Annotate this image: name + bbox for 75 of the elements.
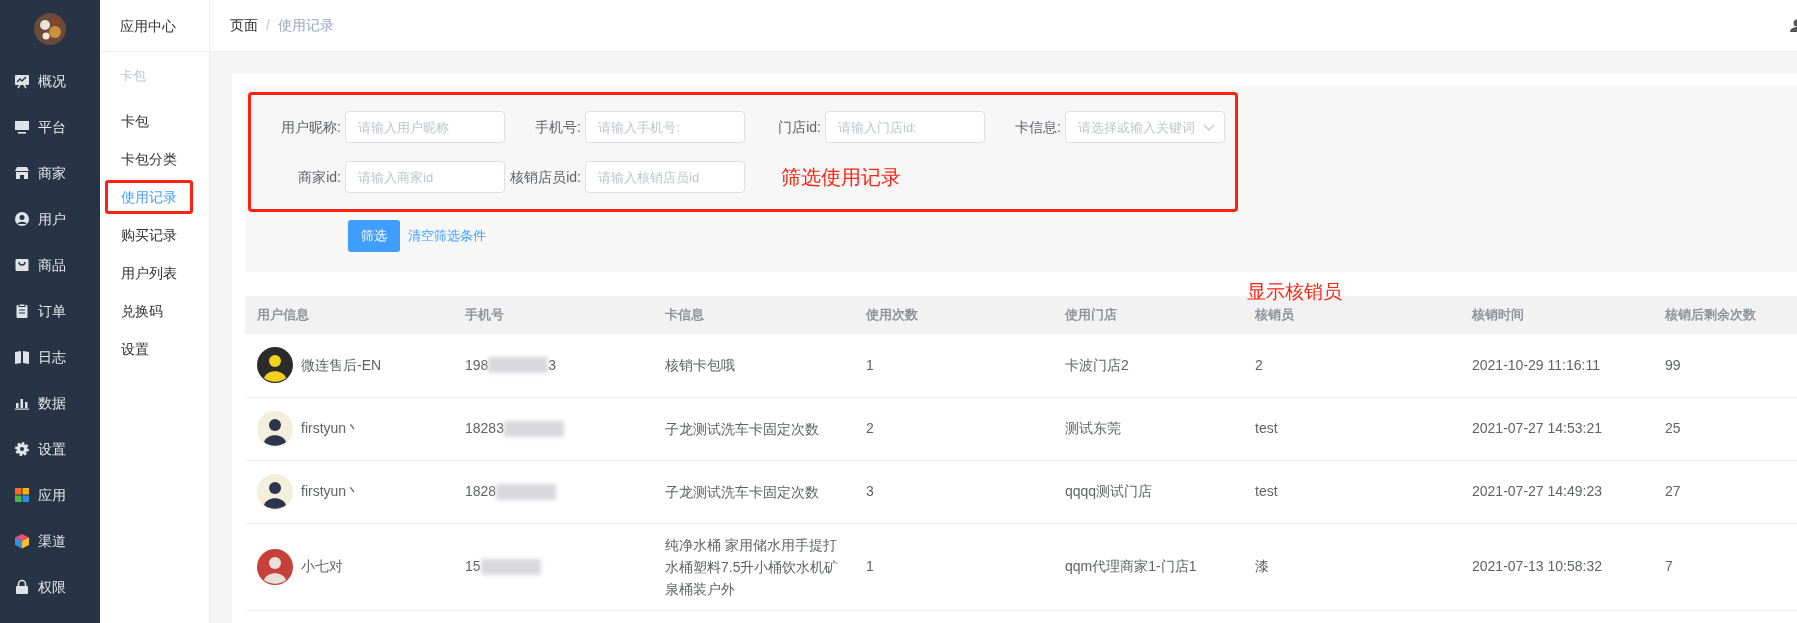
table-cell: 3 bbox=[854, 460, 1053, 523]
table-cell: test bbox=[1243, 397, 1460, 460]
sidebar-title: 应用中心 bbox=[100, 0, 209, 52]
field-label: 用户昵称: bbox=[280, 117, 342, 137]
select-field[interactable]: 请选择或输入关键词 bbox=[1065, 111, 1225, 143]
column-header: 卡信息 bbox=[653, 296, 854, 334]
table-cell: 核销卡包哦 bbox=[653, 334, 854, 397]
sidebar-item[interactable]: 卡包分类 bbox=[105, 141, 193, 176]
column-header: 使用次数 bbox=[854, 296, 1053, 334]
user-name: firstyun丶 bbox=[301, 482, 361, 501]
field-label: 手机号: bbox=[534, 117, 582, 137]
table-cell: 测试东莞 bbox=[1053, 397, 1243, 460]
nav-item[interactable]: 数据 bbox=[0, 380, 100, 426]
column-header: 核销后剩余次数 bbox=[1653, 296, 1797, 334]
column-header: 核销时间 bbox=[1460, 296, 1653, 334]
sidebar-item[interactable]: 兑换码 bbox=[105, 293, 179, 328]
table-cell: 2 bbox=[1243, 334, 1460, 397]
phone-number: 18283 bbox=[465, 419, 504, 438]
table-cell: 子龙测试洗车卡固定次数 bbox=[653, 397, 854, 460]
column-header: 手机号 bbox=[453, 296, 653, 334]
input-field[interactable]: 请输入商家id bbox=[345, 161, 505, 193]
column-header: 用户信息 bbox=[245, 296, 453, 334]
table-cell: 25 bbox=[1653, 397, 1797, 460]
table-cell: test bbox=[1243, 460, 1460, 523]
table-cell: 子龙测试洗车卡固定次数 bbox=[653, 460, 854, 523]
table-cell: 2021-07-27 14:49:23 bbox=[1460, 460, 1653, 523]
phone-number: 1828 bbox=[465, 482, 497, 501]
nav-item[interactable]: 商家 bbox=[0, 150, 100, 196]
table-cell: 漆 bbox=[1243, 523, 1460, 610]
field-label: 商家id: bbox=[297, 167, 342, 187]
nav-item[interactable]: 日志 bbox=[0, 334, 100, 380]
table-cell: 99 bbox=[1653, 334, 1797, 397]
nav-item[interactable]: 设置 bbox=[0, 426, 100, 472]
table-cell: 2021-07-27 14:53:21 bbox=[1460, 397, 1653, 460]
column-header: 使用门店 bbox=[1053, 296, 1243, 334]
user-name: firstyun丶 bbox=[301, 419, 361, 438]
sidebar-item[interactable]: 设置 bbox=[105, 331, 165, 366]
nav-item[interactable]: 应用 bbox=[0, 472, 100, 518]
phone-number: 198 bbox=[465, 355, 489, 375]
user-name: 微连售后-EN bbox=[301, 355, 382, 375]
input-field[interactable]: 请输入核销店员id bbox=[585, 161, 745, 193]
table-cell: 1 bbox=[854, 523, 1053, 610]
field-label: 门店id: bbox=[777, 117, 822, 137]
user-name: 小七对 bbox=[301, 557, 343, 576]
table-cell: 7 bbox=[1653, 523, 1797, 610]
nav-item[interactable]: 订单 bbox=[0, 288, 100, 334]
field-label: 核销店员id: bbox=[509, 167, 582, 187]
phone-number: 3 bbox=[548, 355, 557, 375]
table-cell: qqm代理商家1-门店1 bbox=[1053, 523, 1243, 610]
field-label: 卡信息: bbox=[1014, 117, 1062, 137]
table-cell: 纯净水桶 家用储水用手提打水桶塑料7.5升小桶饮水机矿泉桶装户外 bbox=[653, 523, 854, 610]
nav-item[interactable]: 商品 bbox=[0, 242, 100, 288]
nav-item[interactable]: 用户 bbox=[0, 196, 100, 242]
nav-item[interactable]: 权限 bbox=[0, 564, 100, 610]
table-cell: 1 bbox=[854, 334, 1053, 397]
breadcrumb-item[interactable]: 页面 bbox=[230, 15, 258, 36]
sidebar-item[interactable]: 卡包 bbox=[105, 103, 165, 138]
table-cell: 卡波门店2 bbox=[1053, 334, 1243, 397]
breadcrumb-separator: / bbox=[266, 16, 270, 35]
table-cell: 27 bbox=[1653, 460, 1797, 523]
nav-item[interactable]: 平台 bbox=[0, 104, 100, 150]
nav-item[interactable]: 概况 bbox=[0, 58, 100, 104]
input-field[interactable]: 请输入用户昵称 bbox=[345, 111, 505, 143]
table-cell: 2 bbox=[854, 397, 1053, 460]
breadcrumb-item: 使用记录 bbox=[277, 16, 334, 35]
nav-item[interactable]: 渠道 bbox=[0, 518, 100, 564]
phone-number: 15 bbox=[465, 557, 481, 576]
annotation-text: 筛选使用记录 bbox=[781, 165, 901, 190]
input-field[interactable]: 请输入手机号: bbox=[585, 111, 745, 143]
table-cell: 2021-07-13 10:58:32 bbox=[1460, 523, 1653, 610]
table-cell: qqqq测试门店 bbox=[1053, 460, 1243, 523]
sidebar-item[interactable]: 用户列表 bbox=[105, 255, 193, 290]
group-label: 卡包 bbox=[119, 67, 147, 85]
table-cell: 2021-10-29 11:16:11 bbox=[1460, 334, 1653, 397]
sidebar-item[interactable]: 购买记录 bbox=[105, 217, 193, 252]
